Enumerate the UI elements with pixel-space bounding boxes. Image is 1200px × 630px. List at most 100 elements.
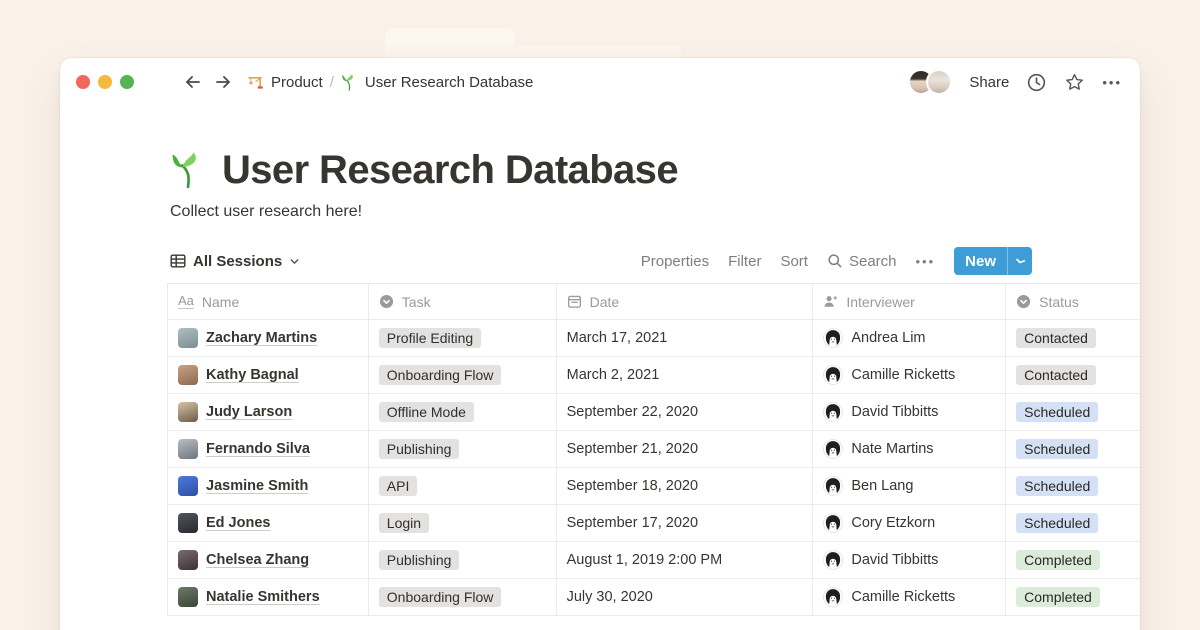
status-badge: Completed — [1016, 587, 1100, 607]
date-cell[interactable]: March 2, 2021 — [557, 357, 814, 394]
forward-arrow-icon[interactable] — [213, 72, 233, 92]
task-cell[interactable]: Offline Mode — [369, 394, 557, 431]
status-cell[interactable]: Scheduled — [1006, 394, 1140, 431]
properties-button[interactable]: Properties — [641, 253, 709, 270]
sidebar-menu-icon[interactable] — [148, 75, 170, 89]
new-button[interactable]: New — [954, 247, 1032, 275]
row-name-text[interactable]: Judy Larson — [206, 404, 292, 420]
status-cell[interactable]: Scheduled — [1006, 505, 1140, 542]
name-cell[interactable]: Natalie Smithers — [168, 579, 369, 616]
row-name-text[interactable]: Fernando Silva — [206, 441, 310, 457]
column-header-status[interactable]: Status — [1006, 284, 1140, 320]
name-cell[interactable]: Kathy Bagnal — [168, 357, 369, 394]
date-cell[interactable]: September 18, 2020 — [557, 468, 814, 505]
table-row: Kathy Bagnal Onboarding Flow March 2, 20… — [168, 357, 1140, 394]
interviewer-name: Nate Martins — [851, 441, 933, 457]
name-cell[interactable]: Chelsea Zhang — [168, 542, 369, 579]
column-header-interviewer[interactable]: Interviewer — [813, 284, 1006, 320]
row-name-text[interactable]: Natalie Smithers — [206, 589, 320, 605]
task-cell[interactable]: Publishing — [369, 542, 557, 579]
row-name-text[interactable]: Zachary Martins — [206, 330, 317, 346]
status-cell[interactable]: Scheduled — [1006, 468, 1140, 505]
column-header-name[interactable]: Aa Name — [168, 284, 369, 320]
person-photo-avatar — [178, 587, 198, 607]
view-switcher[interactable]: All Sessions — [170, 253, 300, 270]
favorite-star-icon[interactable] — [1064, 72, 1085, 93]
back-arrow-icon[interactable] — [183, 72, 203, 92]
task-tag: Onboarding Flow — [379, 587, 502, 607]
date-cell[interactable]: September 22, 2020 — [557, 394, 814, 431]
status-cell[interactable]: Contacted — [1006, 320, 1140, 357]
date-cell[interactable]: August 1, 2019 2:00 PM — [557, 542, 814, 579]
column-header-date[interactable]: Date — [557, 284, 814, 320]
row-name-text[interactable]: Ed Jones — [206, 515, 270, 531]
search-button[interactable]: Search — [827, 253, 897, 270]
status-cell[interactable]: Contacted — [1006, 357, 1140, 394]
row-name-text[interactable]: Kathy Bagnal — [206, 367, 299, 383]
task-cell[interactable]: Login — [369, 505, 557, 542]
interviewer-cell[interactable]: Ben Lang — [813, 468, 1006, 505]
breadcrumb-item-product[interactable]: Product — [247, 74, 323, 91]
task-cell[interactable]: Onboarding Flow — [369, 579, 557, 616]
date-cell[interactable]: September 21, 2020 — [557, 431, 814, 468]
toolbar-more-icon[interactable]: ••• — [916, 254, 936, 269]
interviewer-cell[interactable]: Camille Ricketts — [813, 357, 1006, 394]
name-cell[interactable]: Judy Larson — [168, 394, 369, 431]
task-tag: Login — [379, 513, 429, 533]
status-badge: Contacted — [1016, 328, 1096, 348]
traffic-lights — [76, 75, 134, 89]
sort-button[interactable]: Sort — [780, 253, 808, 270]
new-button-caret[interactable] — [1008, 247, 1032, 275]
interviewer-sketch-avatar — [823, 365, 843, 385]
table-row: Ed Jones Login September 17, 2020 Cory E… — [168, 505, 1140, 542]
breadcrumb-item-page[interactable]: User Research Database — [341, 74, 533, 91]
name-cell[interactable]: Fernando Silva — [168, 431, 369, 468]
task-cell[interactable]: Publishing — [369, 431, 557, 468]
date-cell[interactable]: March 17, 2021 — [557, 320, 814, 357]
interviewer-name: David Tibbitts — [851, 552, 938, 568]
person-photo-avatar — [178, 476, 198, 496]
status-badge: Scheduled — [1016, 513, 1098, 533]
history-clock-icon[interactable] — [1026, 72, 1047, 93]
interviewer-name: Ben Lang — [851, 478, 913, 494]
interviewer-name: Camille Ricketts — [851, 589, 955, 605]
interviewer-sketch-avatar — [823, 587, 843, 607]
name-cell[interactable]: Zachary Martins — [168, 320, 369, 357]
column-label: Status — [1039, 294, 1079, 310]
status-cell[interactable]: Completed — [1006, 579, 1140, 616]
more-options-icon[interactable]: ••• — [1102, 75, 1122, 90]
task-cell[interactable]: Onboarding Flow — [369, 357, 557, 394]
status-badge: Scheduled — [1016, 439, 1098, 459]
interviewer-cell[interactable]: Nate Martins — [813, 431, 1006, 468]
breadcrumb: Product / User Research Database — [247, 74, 533, 91]
minimize-window-button[interactable] — [98, 75, 112, 89]
task-cell[interactable]: Profile Editing — [369, 320, 557, 357]
view-name-label: All Sessions — [193, 253, 282, 270]
name-cell[interactable]: Jasmine Smith — [168, 468, 369, 505]
share-button[interactable]: Share — [969, 74, 1009, 91]
interviewer-cell[interactable]: Cory Etzkorn — [813, 505, 1006, 542]
interviewer-sketch-avatar — [823, 550, 843, 570]
interviewer-cell[interactable]: Camille Ricketts — [813, 579, 1006, 616]
date-cell[interactable]: July 30, 2020 — [557, 579, 814, 616]
close-window-button[interactable] — [76, 75, 90, 89]
task-cell[interactable]: API — [369, 468, 557, 505]
row-name-text[interactable]: Jasmine Smith — [206, 478, 308, 494]
person-photo-avatar — [178, 402, 198, 422]
column-header-task[interactable]: Task — [369, 284, 557, 320]
filter-button[interactable]: Filter — [728, 253, 761, 270]
page-subtitle: Collect user research here! — [170, 203, 1140, 221]
task-tag: Publishing — [379, 550, 460, 570]
table-view-icon — [170, 253, 186, 269]
interviewer-cell[interactable]: David Tibbitts — [813, 542, 1006, 579]
date-cell[interactable]: September 17, 2020 — [557, 505, 814, 542]
name-cell[interactable]: Ed Jones — [168, 505, 369, 542]
task-tag: API — [379, 476, 418, 496]
interviewer-cell[interactable]: David Tibbitts — [813, 394, 1006, 431]
row-name-text[interactable]: Chelsea Zhang — [206, 552, 309, 568]
status-cell[interactable]: Scheduled — [1006, 431, 1140, 468]
status-cell[interactable]: Completed — [1006, 542, 1140, 579]
zoom-window-button[interactable] — [120, 75, 134, 89]
new-button-label[interactable]: New — [954, 247, 1007, 275]
interviewer-cell[interactable]: Andrea Lim — [813, 320, 1006, 357]
